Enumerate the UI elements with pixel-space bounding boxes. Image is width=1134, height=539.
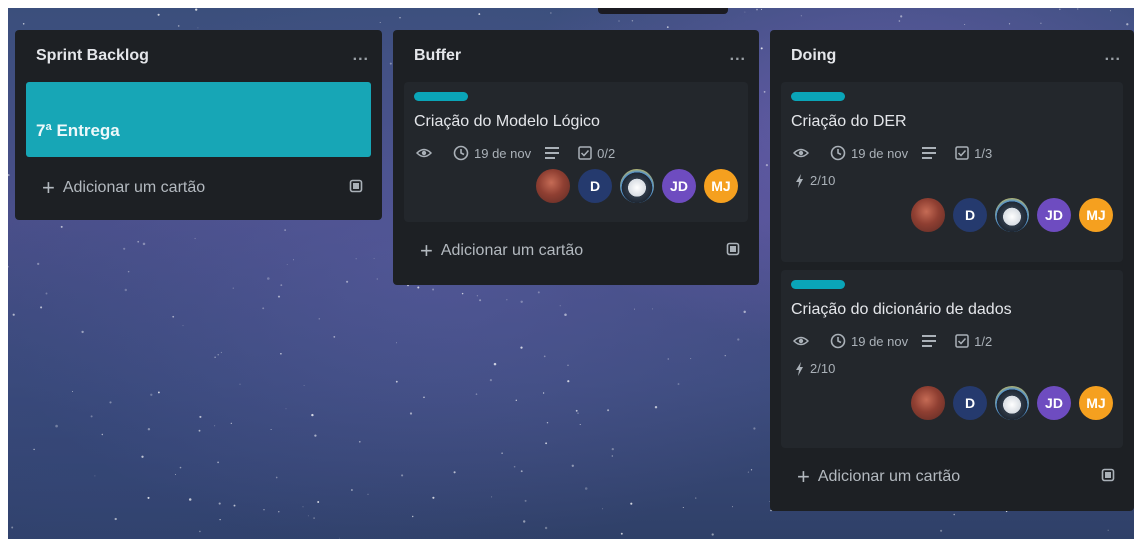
list-title[interactable]: Sprint Backlog xyxy=(36,47,149,65)
avatar[interactable]: MJ xyxy=(1079,198,1113,232)
card-cover[interactable]: 7ª Entrega xyxy=(26,82,371,157)
plus-icon: + xyxy=(797,464,810,489)
list-menu-button[interactable]: ... xyxy=(1105,47,1121,65)
add-card-button[interactable]: + Adicionar um cartão xyxy=(404,230,748,272)
due-date-badge[interactable]: 19 de nov xyxy=(830,145,908,161)
card-title: Criação do Modelo Lógico xyxy=(414,113,600,130)
due-date: 19 de nov xyxy=(851,145,909,161)
power-badge: 2/10 xyxy=(795,361,1113,376)
avatar[interactable]: MJ xyxy=(704,169,738,203)
card-badges: 19 de nov 1/2 xyxy=(791,333,1113,349)
avatar[interactable]: JD xyxy=(1037,386,1071,420)
avatar[interactable] xyxy=(911,386,945,420)
card-label[interactable] xyxy=(791,92,845,101)
power-value: 2/10 xyxy=(810,173,836,188)
description-icon xyxy=(922,335,941,347)
card-members: D JD MJ xyxy=(791,198,1113,232)
clock-icon xyxy=(830,333,846,349)
add-card-label: Adicionar um cartão xyxy=(440,242,584,259)
top-shadow xyxy=(598,8,728,14)
list-header: Doing ... xyxy=(781,30,1123,82)
list-doing[interactable]: Doing ... Criação do DER 19 de nov 1/3 2… xyxy=(770,30,1134,511)
card[interactable]: Criação do DER 19 de nov 1/3 2/10 D JD M… xyxy=(781,82,1123,262)
list-title[interactable]: Buffer xyxy=(414,47,461,65)
plus-icon: + xyxy=(420,238,433,263)
card-template-icon[interactable] xyxy=(726,242,740,261)
description-icon xyxy=(545,147,564,159)
clock-icon xyxy=(830,145,846,161)
checklist-badge: 0/2 xyxy=(578,146,615,161)
card[interactable]: Criação do dicionário de dados 19 de nov… xyxy=(781,270,1123,448)
checklist-count: 0/2 xyxy=(597,145,616,161)
card-label[interactable] xyxy=(414,92,468,101)
card-title: Criação do DER xyxy=(791,113,907,130)
list-title[interactable]: Doing xyxy=(791,47,836,65)
add-card-button[interactable]: + Adicionar um cartão xyxy=(26,167,371,209)
card-template-icon[interactable] xyxy=(1101,468,1115,487)
card[interactable]: Criação do Modelo Lógico 19 de nov 0/2 D… xyxy=(404,82,748,222)
add-card-label: Adicionar um cartão xyxy=(817,468,961,485)
checklist-badge: 1/2 xyxy=(955,334,992,349)
power-badge: 2/10 xyxy=(795,173,1113,188)
due-date: 19 de nov xyxy=(474,145,532,161)
description-icon xyxy=(922,147,941,159)
avatar[interactable]: D xyxy=(578,169,612,203)
list-menu-button[interactable]: ... xyxy=(353,47,369,65)
clock-icon xyxy=(453,145,469,161)
card-badges: 19 de nov 1/3 xyxy=(791,145,1113,161)
avatar[interactable] xyxy=(911,198,945,232)
avatar[interactable]: MJ xyxy=(1079,386,1113,420)
avatar[interactable]: JD xyxy=(662,169,696,203)
checkbox-icon xyxy=(578,146,592,160)
plus-icon: + xyxy=(42,175,55,200)
avatar[interactable] xyxy=(995,198,1029,232)
list-buffer[interactable]: Buffer ... Criação do Modelo Lógico 19 d… xyxy=(393,30,759,285)
due-date: 19 de nov xyxy=(851,333,909,349)
checklist-count: 1/2 xyxy=(974,333,993,349)
add-card-label: Adicionar um cartão xyxy=(62,179,206,196)
card-members: D JD MJ xyxy=(414,169,738,203)
watching-icon xyxy=(416,147,437,159)
due-date-badge[interactable]: 19 de nov xyxy=(453,145,531,161)
power-value: 2/10 xyxy=(810,361,836,376)
card-title: Criação do dicionário de dados xyxy=(791,301,1012,318)
list-header: Buffer ... xyxy=(404,30,748,82)
card-title: 7ª Entrega xyxy=(36,120,120,140)
card-badges: 19 de nov 0/2 xyxy=(414,145,738,161)
card-members: D JD MJ xyxy=(791,386,1113,420)
avatar[interactable]: D xyxy=(953,198,987,232)
checkbox-icon xyxy=(955,334,969,348)
lightning-icon xyxy=(796,361,803,376)
avatar[interactable] xyxy=(995,386,1029,420)
checklist-badge: 1/3 xyxy=(955,146,992,161)
watching-icon xyxy=(793,335,814,347)
card-label[interactable] xyxy=(791,280,845,289)
board-background: Sprint Backlog ... 7ª Entrega + Adiciona… xyxy=(8,8,1134,539)
avatar[interactable]: JD xyxy=(1037,198,1071,232)
list-header: Sprint Backlog ... xyxy=(26,30,371,82)
avatar[interactable]: D xyxy=(953,386,987,420)
list-menu-button[interactable]: ... xyxy=(730,47,746,65)
avatar[interactable] xyxy=(536,169,570,203)
watching-icon xyxy=(793,147,814,159)
lightning-icon xyxy=(796,173,803,188)
checkbox-icon xyxy=(955,146,969,160)
list-sprint-backlog[interactable]: Sprint Backlog ... 7ª Entrega + Adiciona… xyxy=(15,30,382,220)
checklist-count: 1/3 xyxy=(974,145,993,161)
avatar[interactable] xyxy=(620,169,654,203)
add-card-button[interactable]: + Adicionar um cartão xyxy=(781,456,1123,498)
due-date-badge[interactable]: 19 de nov xyxy=(830,333,908,349)
card-template-icon[interactable] xyxy=(349,179,363,198)
